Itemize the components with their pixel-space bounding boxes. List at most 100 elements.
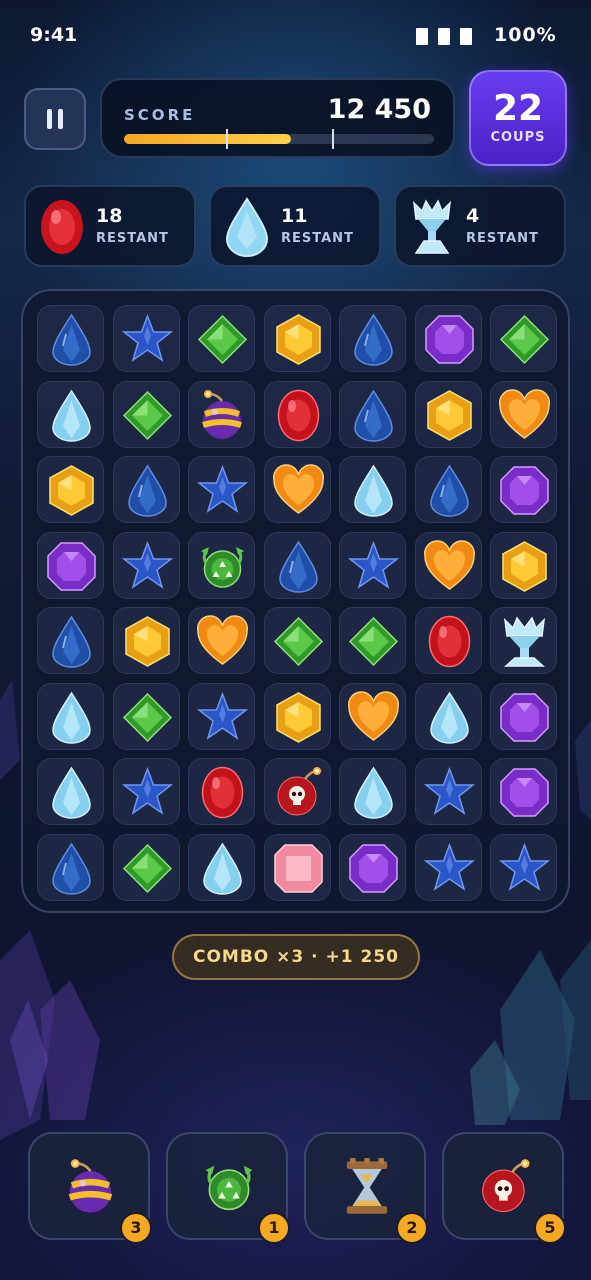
board-cell[interactable] (414, 456, 482, 523)
board-cell[interactable] (263, 833, 331, 901)
board-cell[interactable] (490, 758, 557, 825)
board-cell[interactable] (37, 531, 104, 599)
purple-octagon-icon (424, 315, 474, 364)
board-cell[interactable] (263, 380, 331, 448)
board-cell[interactable] (414, 607, 482, 674)
board-cell[interactable] (37, 833, 104, 901)
board-cell[interactable] (37, 758, 104, 825)
board-cell[interactable] (263, 305, 331, 372)
combo-banner: COMBO ×3 · +1 250 (172, 934, 420, 980)
ice-drop-icon (203, 842, 242, 895)
board-cell[interactable] (414, 380, 482, 448)
skull-bomb-booster-button[interactable]: 5 (442, 1132, 566, 1244)
board-cell[interactable] (188, 758, 255, 825)
board-cell[interactable] (414, 305, 482, 372)
purple-octagon-icon (47, 541, 96, 591)
board-cell[interactable] (188, 305, 255, 372)
board-cell[interactable] (112, 456, 180, 523)
board-cell[interactable] (414, 531, 482, 599)
booster-count-badge: 3 (120, 1212, 152, 1244)
board-cell[interactable] (263, 456, 331, 523)
board-cell[interactable] (188, 380, 255, 448)
board-cell[interactable] (188, 531, 255, 599)
board-cell[interactable] (339, 305, 406, 372)
blue-star-icon (196, 691, 249, 740)
orange-heart-icon (348, 690, 399, 741)
blue-drop-icon (127, 464, 167, 517)
board-cell[interactable] (490, 682, 557, 750)
board-cell[interactable] (112, 305, 180, 372)
score-panel: SCORE 12 450 (100, 78, 455, 158)
ice-drop-icon (52, 691, 91, 744)
board-cell[interactable] (263, 607, 331, 674)
orange-heart-icon (423, 539, 475, 590)
pink-square-icon (273, 843, 323, 893)
board-cell[interactable] (112, 758, 180, 825)
board-cell[interactable] (37, 380, 104, 448)
board-cell[interactable] (490, 456, 557, 523)
blue-drop-icon (354, 389, 393, 442)
blue-star-icon (423, 766, 475, 815)
score-label: SCORE (124, 106, 196, 124)
hourglass-booster-button[interactable]: 2 (304, 1132, 428, 1244)
score-progress-bar (124, 129, 434, 149)
green-diamond-icon (499, 314, 550, 365)
board-cell[interactable] (339, 380, 406, 448)
board-cell[interactable] (339, 833, 406, 901)
board-cell[interactable] (37, 682, 104, 750)
yellow-hex-icon (49, 465, 94, 516)
orange-heart-icon (197, 615, 248, 665)
green-diamond-icon (197, 314, 248, 365)
objective-count: 4 (466, 205, 480, 227)
board-cell[interactable] (339, 758, 406, 825)
board-cell[interactable] (112, 531, 180, 599)
ice-chalice-icon (503, 616, 546, 667)
board-cell[interactable] (263, 682, 331, 750)
red-gem-icon (41, 200, 83, 254)
board-cell[interactable] (112, 380, 180, 448)
board-cell[interactable] (414, 833, 482, 901)
blue-star-icon (498, 842, 551, 891)
board-cell[interactable] (188, 682, 255, 750)
blue-drop-icon (52, 313, 91, 366)
board-cell[interactable] (490, 305, 557, 372)
board-cell[interactable] (339, 531, 406, 599)
board-cell[interactable] (263, 758, 331, 825)
board-cell[interactable] (490, 380, 557, 448)
board-cell[interactable] (37, 305, 104, 372)
moves-value: 22 (492, 88, 544, 129)
bomb-icon (202, 389, 242, 439)
board-cell[interactable] (339, 682, 406, 750)
board-cell[interactable] (490, 607, 557, 674)
board-cell[interactable] (490, 531, 557, 599)
blue-star-icon (423, 842, 475, 891)
bomb-booster-button[interactable]: 3 (28, 1132, 152, 1244)
board-cell[interactable] (188, 456, 255, 523)
board-cell[interactable] (188, 833, 255, 901)
board-cell[interactable] (37, 456, 104, 523)
status-time: 9:41 (30, 24, 78, 46)
board-cell[interactable] (263, 531, 331, 599)
board-cell[interactable] (339, 607, 406, 674)
purple-octagon-icon (500, 466, 549, 515)
board-cell[interactable] (414, 758, 482, 825)
yellow-hex-icon (426, 389, 472, 441)
board-cell[interactable] (112, 833, 180, 901)
orange-heart-icon (499, 388, 550, 439)
board-cell[interactable] (490, 833, 557, 901)
ice-drop-icon (52, 766, 91, 819)
board-cell[interactable] (37, 607, 104, 674)
pause-button[interactable] (24, 88, 86, 150)
objective-red-gem: 18 RESTANT (24, 185, 196, 267)
board-cell[interactable] (112, 607, 180, 674)
board-cell[interactable] (112, 682, 180, 750)
shuffle-booster-button[interactable]: 1 (166, 1132, 290, 1244)
purple-octagon-icon (500, 768, 549, 817)
board-cell[interactable] (188, 607, 255, 674)
objective-ice-chalice: 4 RESTANT (394, 185, 566, 267)
board-cell[interactable] (414, 682, 482, 750)
objective-count: 18 (96, 205, 123, 227)
green-diamond-icon (348, 616, 399, 667)
board-cell[interactable] (339, 456, 406, 523)
blue-star-icon (121, 766, 173, 815)
